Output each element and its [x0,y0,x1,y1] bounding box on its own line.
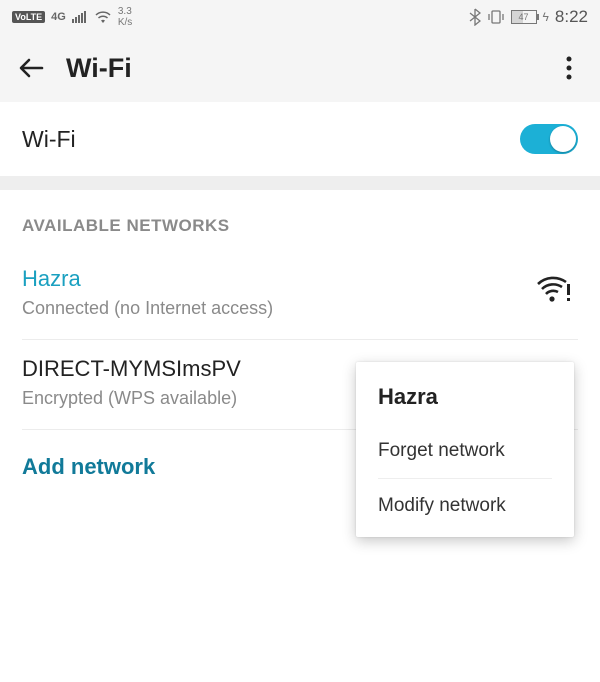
forget-network-button[interactable]: Forget network [356,424,574,478]
clock: 8:22 [555,7,588,27]
cell-signal-icon [72,11,88,23]
net-gen-icon: 4G [51,11,66,23]
vibrate-icon [487,9,505,25]
page-title: Wi-Fi [66,53,554,84]
app-bar: Wi-Fi [0,34,600,102]
wifi-status-icon [94,10,112,24]
status-right: 47 ϟ 8:22 [469,7,588,27]
status-bar: VoLTE 4G 3.3K/s 47 ϟ 8:22 [0,0,600,34]
network-item-hazra[interactable]: Hazra Connected (no Internet access) [0,250,600,339]
bluetooth-icon [469,8,481,26]
network-context-menu: Hazra Forget network Modify network [356,362,574,537]
available-networks-header: AVAILABLE NETWORKS [0,190,600,250]
more-button[interactable] [554,56,584,80]
back-button[interactable] [16,53,56,83]
section-gap [0,176,600,190]
network-status: Connected (no Internet access) [22,298,578,319]
popup-title: Hazra [356,366,574,424]
wifi-signal-alert-icon [536,276,572,309]
charging-icon: ϟ [543,10,549,24]
more-vert-icon [566,56,572,80]
arrow-left-icon [16,53,46,83]
battery-indicator: 47 [511,10,537,24]
network-name: Hazra [22,266,578,292]
wifi-toggle-label: Wi-Fi [22,126,76,153]
wifi-toggle-row: Wi-Fi [0,102,600,176]
status-left: VoLTE 4G 3.3K/s [12,6,132,28]
wifi-toggle[interactable] [520,124,578,154]
volte-badge: VoLTE [12,11,45,23]
net-speed-indicator: 3.3K/s [118,6,132,28]
modify-network-button[interactable]: Modify network [356,479,574,533]
